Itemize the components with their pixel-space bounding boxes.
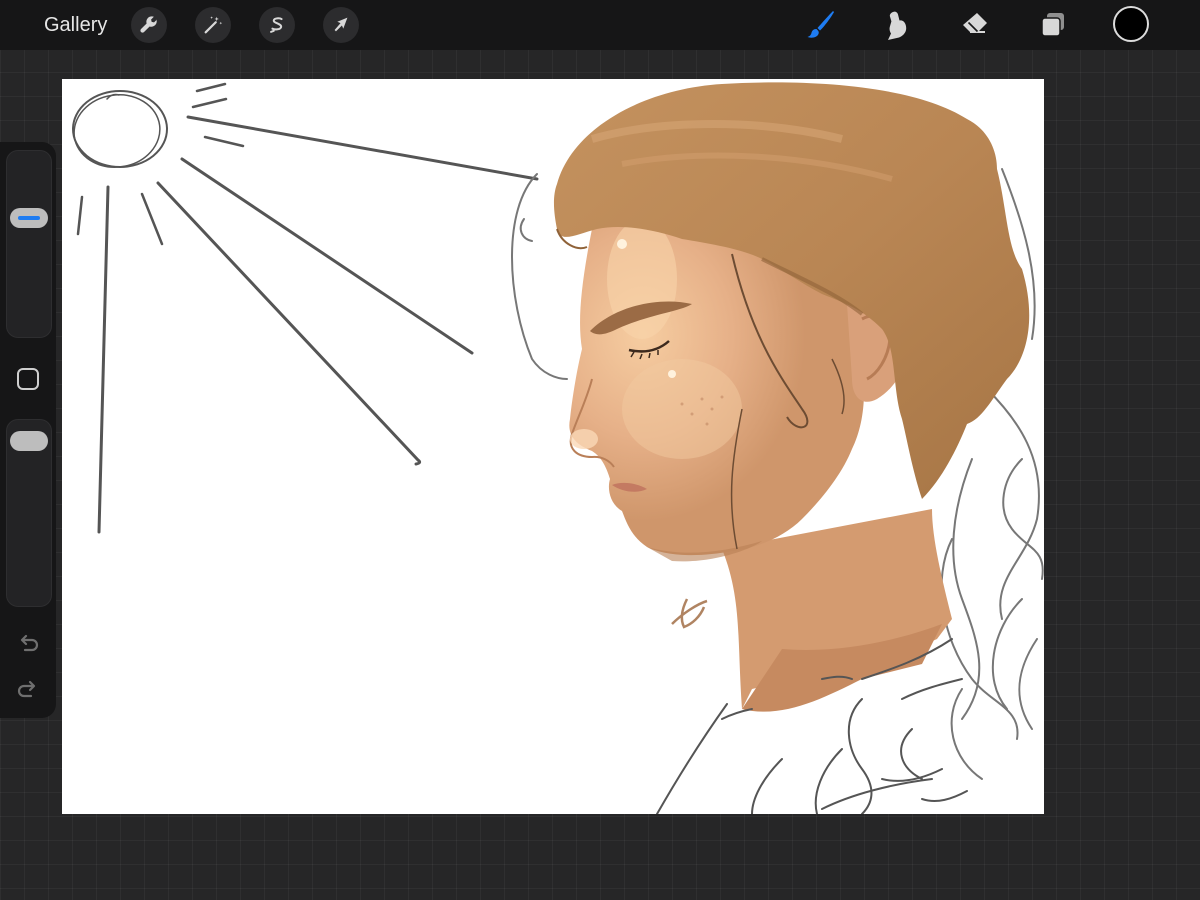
- magic-wand-icon: [204, 16, 223, 34]
- brush-size-slider[interactable]: [6, 150, 52, 338]
- brush-button[interactable]: [800, 5, 840, 45]
- selection-button[interactable]: [259, 7, 295, 43]
- redo-icon: [17, 680, 36, 698]
- drawing-canvas[interactable]: [62, 79, 1044, 814]
- left-sidebar: [0, 142, 56, 718]
- eraser-icon: [963, 13, 987, 33]
- top-toolbar: Gallery: [0, 0, 1200, 50]
- actions-button[interactable]: [131, 7, 167, 43]
- transform-button[interactable]: [323, 7, 359, 43]
- undo-icon: [20, 634, 39, 652]
- redo-button[interactable]: [16, 678, 40, 702]
- selection-s-icon: [270, 17, 283, 33]
- brush-size-thumb[interactable]: [10, 208, 48, 229]
- brush-opacity-thumb[interactable]: [10, 431, 48, 451]
- adjustments-button[interactable]: [195, 7, 231, 43]
- undo-button[interactable]: [16, 632, 40, 656]
- smudge-button[interactable]: [877, 5, 917, 45]
- artwork: [72, 82, 1044, 814]
- sun-sketch: [72, 82, 539, 534]
- active-indicator: [18, 216, 40, 221]
- wrench-icon: [140, 16, 157, 33]
- smudge-icon: [888, 11, 907, 40]
- modify-square-icon: [17, 368, 39, 390]
- brush-opacity-slider[interactable]: [6, 419, 52, 607]
- brush-icon: [807, 11, 834, 38]
- layers-button[interactable]: [1033, 5, 1073, 45]
- eraser-button[interactable]: [955, 5, 995, 45]
- sketch-mark: [671, 598, 708, 629]
- layers-icon: [1041, 13, 1064, 37]
- gallery-button[interactable]: Gallery: [30, 0, 121, 50]
- color-picker-swatch[interactable]: [1113, 6, 1149, 42]
- modify-button[interactable]: [16, 367, 40, 391]
- arrow-cursor-icon: [334, 17, 348, 32]
